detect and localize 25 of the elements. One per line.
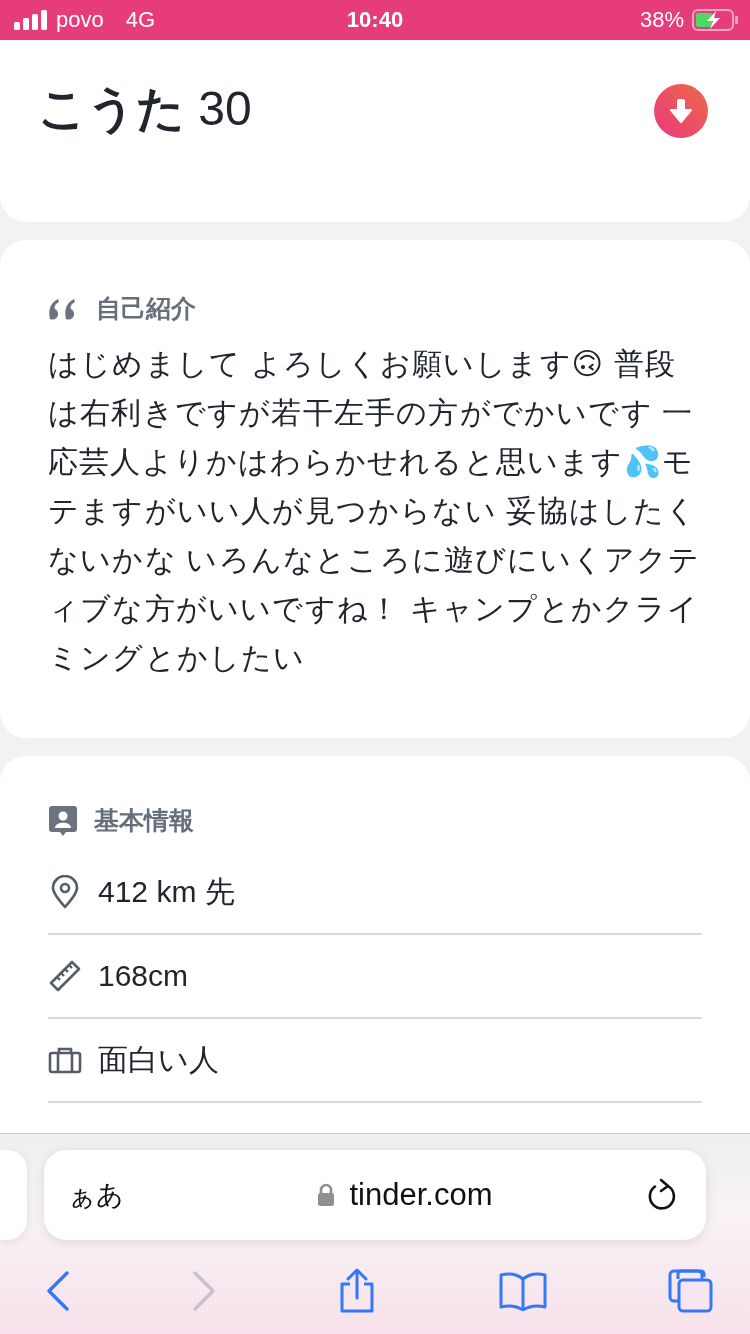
info-text: 面白い人 xyxy=(98,1041,219,1078)
clock-text: 10:40 xyxy=(345,7,405,33)
book-icon[interactable] xyxy=(498,1271,547,1311)
address-bar[interactable]: ぁあ tinder.com xyxy=(44,1150,706,1240)
url-text: tinder.com xyxy=(349,1177,493,1213)
battery-percent: 38% xyxy=(639,7,684,33)
carrier-text: povo xyxy=(56,7,104,33)
ruler-icon xyxy=(48,960,82,992)
section-title: 基本情報 xyxy=(94,805,194,836)
bio-text: はじめまして よろしくお願いします🙃 普段は右利きですが若干左手の方がでかいです 一応芸人よりかはわらかせれると思います💦モテますがいい人が見つからない 妥協はしたくないかな いろんなところに遊びにいくアクティブな方がいいですね！ キャンプとかクライミングとかしたい xyxy=(48,346,702,676)
network-text: 4G xyxy=(125,7,156,33)
info-text: 412 km 先 xyxy=(98,873,235,910)
tabs-icon[interactable] xyxy=(668,1269,714,1313)
collapse-button[interactable] xyxy=(654,84,708,138)
info-text: 168cm xyxy=(98,959,189,993)
signal-icon xyxy=(14,10,48,30)
profile-name: こうた 30 xyxy=(38,81,252,137)
reload-icon[interactable] xyxy=(646,1178,678,1212)
profile-badge-icon xyxy=(48,804,78,837)
briefcase-icon xyxy=(48,1046,82,1074)
text-size-button[interactable]: ぁあ xyxy=(68,1177,124,1213)
lock-icon xyxy=(317,1183,336,1207)
arrow-down-icon xyxy=(670,98,692,124)
back-icon[interactable] xyxy=(46,1271,70,1311)
section-title: 自己紹介 xyxy=(96,293,196,324)
